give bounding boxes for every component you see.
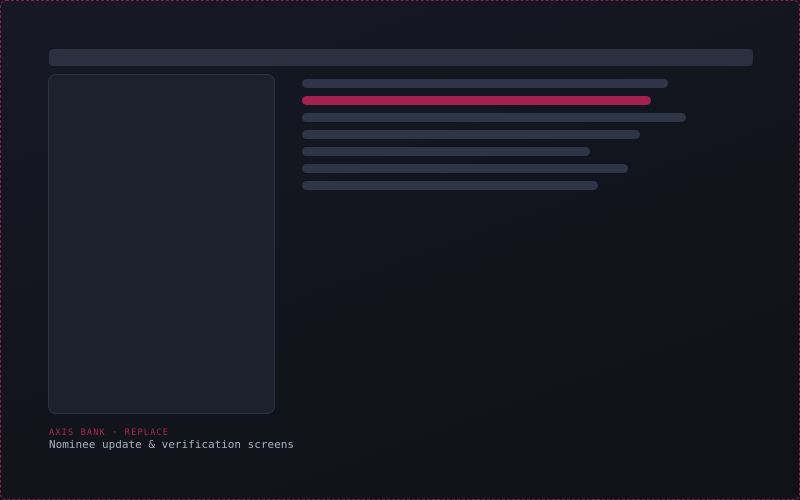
content-placeholder-line [302, 79, 668, 88]
caption-title: Nominee update & verification screens [49, 438, 295, 451]
content-placeholder-line [302, 147, 590, 156]
header-placeholder-bar [49, 49, 753, 66]
image-placeholder-panel [48, 74, 275, 414]
highlighted-placeholder-line [302, 96, 651, 105]
screen-placeholder-frame: AXIS BANK · REPLACE Nominee update & ver… [0, 0, 800, 500]
content-placeholder-line [302, 113, 686, 122]
caption-kicker: AXIS BANK · REPLACE [49, 428, 170, 438]
content-placeholder-line [302, 164, 628, 173]
content-placeholder-line [302, 181, 598, 190]
content-placeholder-line [302, 130, 640, 139]
